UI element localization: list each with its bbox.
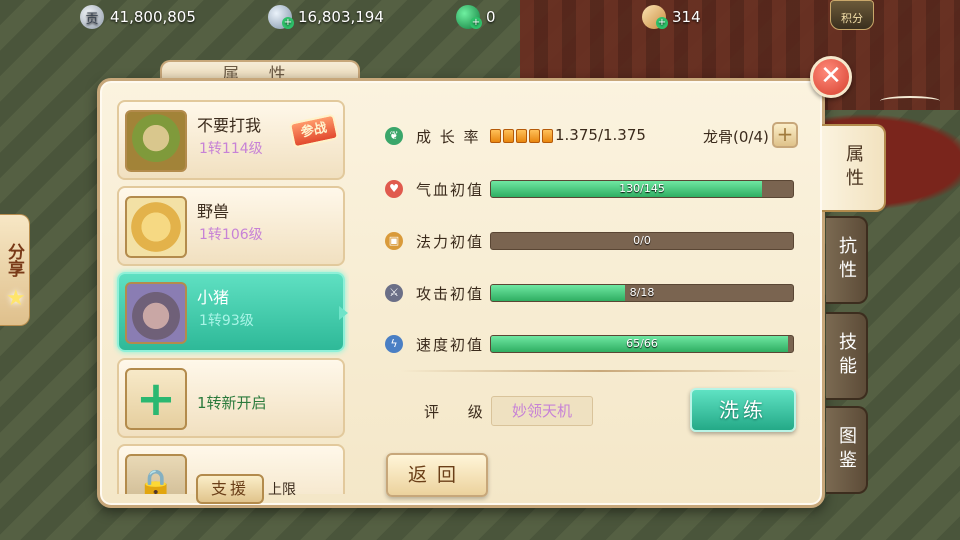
- pet-level: 1转93级: [199, 313, 254, 329]
- tab-label: 抗性: [836, 236, 857, 284]
- tab-label: 技能: [836, 332, 857, 380]
- unlock-slot-label: 1转新开启: [197, 394, 267, 412]
- pet-name: 小猪: [197, 288, 230, 307]
- score-button[interactable]: 积分: [830, 0, 874, 30]
- growth-block: [516, 129, 527, 143]
- pet-card[interactable]: 野兽 1转106级: [117, 186, 345, 266]
- in-battle-badge: 参战: [288, 113, 340, 149]
- growth-row: ❦ 成 长 率 1.375/1.375 龙骨(0/4) +: [380, 122, 810, 148]
- pet-avatar: [125, 282, 187, 344]
- scroll-resource[interactable]: + 314: [642, 4, 701, 30]
- tab-label: 属性: [843, 144, 864, 192]
- tab-codex[interactable]: 图鉴: [826, 406, 868, 494]
- lock-icon: 🔒: [125, 454, 187, 494]
- hp-label: 气血初值: [416, 181, 485, 199]
- add-ingot-icon[interactable]: +: [282, 17, 294, 29]
- wash-button[interactable]: 洗练: [690, 388, 796, 432]
- attack-label: 攻击初值: [416, 285, 485, 303]
- dragon-bone-label: 龙骨(0/4): [703, 128, 769, 146]
- speed-bar: 65/66: [490, 335, 794, 353]
- score-label: 积分: [841, 12, 863, 25]
- rating-value: 妙领天机: [491, 396, 593, 426]
- growth-value: 1.375/1.375: [555, 126, 646, 144]
- lightning-icon: ϟ: [385, 335, 403, 353]
- attack-bar-text: 8/18: [629, 286, 655, 299]
- growth-block: [490, 129, 501, 143]
- sword-icon: ⚔: [385, 284, 403, 302]
- resource-bar: 贡 41,800,805 + 16,803,194 + 0 + 314 积分: [0, 0, 960, 34]
- mp-bar-text: 0/0: [633, 234, 651, 247]
- mp-bar: 0/0: [490, 232, 794, 250]
- add-scroll-icon[interactable]: +: [656, 17, 668, 29]
- section-divider: [400, 370, 800, 372]
- heart-icon: ♥: [385, 180, 403, 198]
- growth-blocks: [490, 129, 553, 143]
- ingot-amount: 16,803,194: [298, 8, 384, 26]
- tab-label: 图鉴: [836, 426, 857, 474]
- hp-row: ♥ 气血初值 130/145: [380, 177, 810, 201]
- close-button[interactable]: ✕: [810, 56, 852, 98]
- tab-attributes[interactable]: 属性: [822, 124, 886, 212]
- attack-row: ⚔ 攻击初值 8/18: [380, 281, 810, 305]
- pet-name: 野兽: [197, 202, 230, 221]
- pet-card[interactable]: 不要打我 1转114级 参战: [117, 100, 345, 180]
- silver-coin-icon: 贡: [80, 5, 104, 29]
- mana-icon: ▣: [385, 232, 403, 250]
- pet-level: 1转106级: [199, 227, 263, 243]
- close-icon: ✕: [820, 61, 842, 91]
- leaf-icon: ❦: [385, 127, 403, 145]
- growth-block: [542, 129, 553, 143]
- hp-bar: 130/145: [490, 180, 794, 198]
- attribute-list: ❦ 成 长 率 1.375/1.375 龙骨(0/4) + ♥ 气血初值 130…: [380, 118, 810, 378]
- capacity-limit-label: 上限: [268, 482, 296, 498]
- cloud-decoration: [880, 96, 940, 106]
- mp-row: ▣ 法力初值 0/0: [380, 229, 810, 253]
- hp-bar-text: 130/145: [619, 182, 665, 195]
- add-jade-icon[interactable]: +: [470, 17, 482, 29]
- scroll-amount: 314: [672, 8, 701, 26]
- growth-block: [529, 129, 540, 143]
- unlock-slot-card[interactable]: + 1转新开启: [117, 358, 345, 438]
- speed-row: ϟ 速度初值 65/66: [380, 332, 810, 356]
- pet-level: 1转114级: [199, 141, 263, 157]
- jade-amount: 0: [486, 8, 496, 26]
- pet-avatar: [125, 196, 187, 258]
- tab-resistance[interactable]: 抗性: [826, 216, 868, 304]
- silver-resource: 贡 41,800,805: [80, 4, 196, 30]
- growth-label: 成 长 率: [416, 128, 481, 146]
- tab-skills[interactable]: 技能: [826, 312, 868, 400]
- back-button[interactable]: 返回: [386, 453, 488, 497]
- add-dragon-bone-button[interactable]: +: [772, 122, 798, 148]
- mp-label: 法力初值: [416, 233, 485, 251]
- attack-bar: 8/18: [490, 284, 794, 302]
- pet-avatar: [125, 110, 187, 172]
- pet-card-selected[interactable]: 小猪 1转93级: [117, 272, 345, 352]
- speed-label: 速度初值: [416, 336, 485, 354]
- speed-bar-text: 65/66: [626, 337, 658, 350]
- growth-block: [503, 129, 514, 143]
- pet-name: 不要打我: [197, 116, 262, 135]
- rating-label: 评 级: [424, 403, 495, 421]
- star-icon: ★: [6, 286, 26, 311]
- share-label: 分享: [4, 243, 24, 277]
- support-button[interactable]: 支援: [196, 474, 264, 504]
- jade-resource[interactable]: + 0: [456, 4, 496, 30]
- selection-arrow-icon: [339, 306, 348, 320]
- plus-icon: +: [125, 368, 187, 430]
- silver-amount: 41,800,805: [110, 8, 196, 26]
- pet-list[interactable]: 不要打我 1转114级 参战 野兽 1转106级 小猪 1转93级 + 1转新开…: [113, 96, 349, 494]
- ingot-resource[interactable]: + 16,803,194: [268, 4, 384, 30]
